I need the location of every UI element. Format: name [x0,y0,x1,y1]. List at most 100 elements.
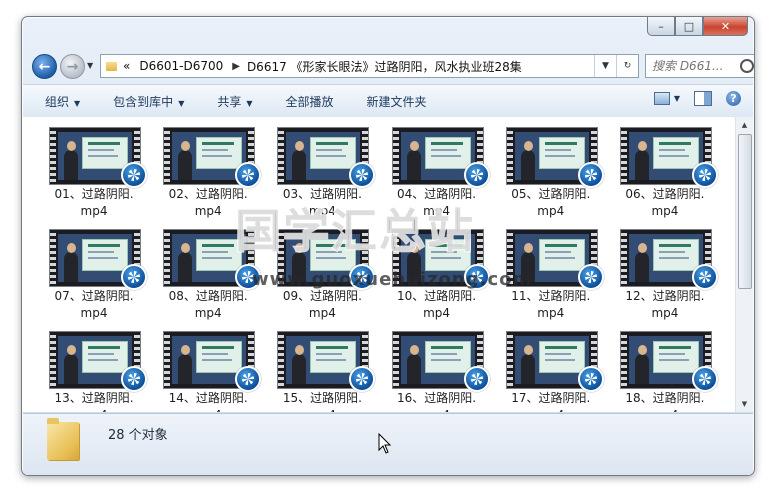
file-name-line2: mp4 [265,407,379,412]
help-icon[interactable]: ? [726,91,741,106]
folder-icon [106,61,117,71]
presenter-figure [292,141,307,180]
file-name-line1: 09、过路阴阳. [282,289,362,303]
address-bar[interactable]: « D6601-D6700 ▶ D6617 《形家长眼法》过路阴阳，风水执业班2… [100,54,639,78]
new-folder-button[interactable]: 新建文件夹 [345,93,438,110]
file-name-line2: mp4 [80,306,108,320]
play-all-button[interactable]: 全部播放 [264,93,345,110]
search-icon[interactable] [740,59,754,73]
file-name-line1: 13、过路阴阳. [54,391,134,405]
search-input[interactable] [646,58,740,74]
refresh-icon[interactable]: ↻ [616,55,638,77]
media-player-icon [577,162,604,188]
preview-pane-icon[interactable] [694,91,712,106]
slide-image [652,239,699,271]
folder-icon [47,418,79,460]
file-item[interactable]: 01、过路阴阳. mp4 [37,125,151,227]
scrollbar-thumb[interactable] [738,134,752,289]
file-name: 13、过路阴阳. mp4 [37,390,151,412]
watermark-text: 国学汇总站 [234,203,475,259]
media-player-icon [121,264,147,290]
file-item[interactable]: 07、过路阴阳. mp4 [37,227,151,329]
address-dropdown-icon[interactable]: ▼ [594,55,616,77]
media-player-icon [577,366,604,392]
organize-menu[interactable]: 组织 ▼ [23,93,91,110]
file-name: 05、过路阴阳. mp4 [494,186,608,220]
back-button[interactable]: ← [32,54,57,79]
presenter-figure [520,141,535,180]
file-item[interactable]: 06、过路阴阳. mp4 [608,125,722,227]
slide-image [652,341,699,373]
recent-pages-dropdown[interactable]: ▼ [87,61,93,70]
file-name: 09、过路阴阳. mp4 [265,288,379,322]
file-name-line2: mp4 [194,306,222,320]
scroll-up-arrow[interactable]: ▲ [736,118,753,132]
media-player-icon [235,366,262,392]
media-player-icon [121,366,147,392]
file-name-line1: 05、过路阴阳. [511,187,591,201]
file-item[interactable]: 15、过路阴阳. mp4 [265,329,379,412]
file-name-line2: mp4 [651,306,679,320]
file-item[interactable]: 13、过路阴阳. mp4 [37,329,151,412]
file-name-line2: mp4 [494,407,608,412]
minimize-button[interactable]: – [647,17,675,36]
file-name-line2: mp4 [151,407,265,412]
file-name-line1: 12、过路阴阳. [625,289,705,303]
media-player-icon [121,162,147,188]
breadcrumb-overflow[interactable]: « [123,59,130,73]
file-name-line2: mp4 [537,204,565,218]
object-count: 28 个对象 [108,428,168,443]
file-name: 16、过路阴阳. mp4 [380,390,494,412]
slide-image [538,341,585,373]
file-name-line1: 11、过路阴阳. [511,289,591,303]
close-button[interactable]: ✕ [703,17,748,36]
file-name-line1: 08、过路阴阳. [168,289,248,303]
command-bar: 组织 ▼ 包含到库中 ▼ 共享 ▼ 全部播放 新建文件夹 ▼ ? [23,84,753,118]
share-menu[interactable]: 共享 ▼ [195,93,263,110]
file-name-line1: 18、过路阴阳. [625,391,705,405]
file-name-line1: 17、过路阴阳. [511,391,591,405]
change-view-icon[interactable] [653,92,670,105]
maximize-button[interactable]: □ [675,17,703,36]
vertical-scrollbar[interactable]: ▲ ▼ [735,117,753,412]
presenter-figure [178,345,193,384]
file-name-line2: mp4 [380,407,494,412]
media-player-icon [691,162,718,188]
search-box[interactable] [645,54,754,78]
file-item[interactable]: 14、过路阴阳. mp4 [151,329,265,412]
file-item[interactable]: 17、过路阴阳. mp4 [494,329,608,412]
file-name-line1: 07、过路阴阳. [54,289,134,303]
slide-image [538,137,585,169]
breadcrumb-current[interactable]: D6617 《形家长眼法》过路阴阳，风水执业班28集 [247,58,522,75]
presenter-figure [64,345,78,384]
media-player-icon [691,264,718,290]
file-item[interactable]: 05、过路阴阳. mp4 [494,125,608,227]
breadcrumb-parent[interactable]: D6601-D6700 [139,59,223,73]
file-name-line2: mp4 [308,306,336,320]
chevron-right-icon[interactable]: ▶ [232,61,240,72]
forward-button[interactable]: → [60,54,85,79]
media-player-icon [577,264,604,290]
include-in-library-menu[interactable]: 包含到库中 ▼ [91,93,195,110]
file-item[interactable]: 18、过路阴阳. mp4 [608,329,722,412]
file-item[interactable]: 12、过路阴阳. mp4 [608,227,722,329]
watermark-url: www.guoxuehuizong.com [252,269,533,290]
media-player-icon [235,162,262,188]
file-item[interactable]: 16、过路阴阳. mp4 [380,329,494,412]
presenter-figure [64,141,78,180]
file-name-line2: mp4 [537,306,565,320]
file-name: 15、过路阴阳. mp4 [265,390,379,412]
slide-image [310,137,357,169]
scroll-down-arrow[interactable]: ▼ [736,397,753,411]
file-name-line2: mp4 [651,204,679,218]
media-player-icon [349,366,376,392]
presenter-figure [64,243,78,282]
chevron-down-icon: ▼ [74,98,81,108]
file-list: 01、过路阴阳. mp4 02、过路阴阳. mp4 03、过路阴阳. mp4 04、过路阴阳… [23,117,753,412]
presenter-figure [520,345,535,384]
media-player-icon [463,162,490,188]
media-player-icon [349,162,376,188]
presenter-figure [634,243,649,282]
view-options-dropdown-icon[interactable]: ▼ [674,94,680,103]
file-name: 10、过路阴阳. mp4 [380,288,494,322]
